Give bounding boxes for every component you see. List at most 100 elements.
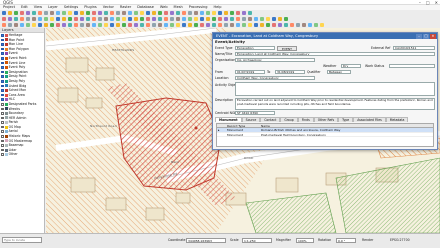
toolbar-tool-icon[interactable]	[86, 23, 90, 27]
toolbar-tool-icon[interactable]	[176, 17, 180, 21]
toolbar-tool-icon[interactable]	[44, 23, 48, 27]
weather-field[interactable]: Dry	[341, 64, 361, 69]
toolbar-tool-icon[interactable]	[266, 17, 270, 21]
toolbar-tool-icon[interactable]	[104, 17, 108, 21]
layer-visibility-checkbox[interactable]	[1, 43, 4, 46]
toolbar-tool-icon[interactable]	[62, 17, 66, 21]
toolbar-tool-icon[interactable]	[272, 23, 276, 27]
toolbar-tool-icon[interactable]	[188, 17, 192, 21]
toolbar-tool-icon[interactable]	[224, 11, 228, 15]
toolbar-tool-icon[interactable]	[50, 23, 54, 27]
toolbar-tool-icon[interactable]	[26, 11, 30, 15]
toolbar-tool-icon[interactable]	[164, 11, 168, 15]
toolbar-tool-icon[interactable]	[134, 23, 138, 27]
toolbar-tool-icon[interactable]	[260, 23, 264, 27]
toolbar-tool-icon[interactable]	[170, 11, 174, 15]
toolbar-tool-icon[interactable]	[164, 23, 168, 27]
toolbar-tool-icon[interactable]	[50, 11, 54, 15]
tab-other-refs[interactable]: Other Refs	[313, 117, 339, 122]
toolbar-tool-icon[interactable]	[248, 23, 252, 27]
toolbar-tool-icon[interactable]	[146, 17, 150, 21]
description-field[interactable]: Excavation carried out on land adjacent …	[235, 98, 435, 110]
toolbar-tool-icon[interactable]	[116, 23, 120, 27]
dialog-maximize-icon[interactable]: □	[423, 33, 429, 39]
toolbar-tool-icon[interactable]	[80, 11, 84, 15]
toolbar-tool-icon[interactable]	[242, 23, 246, 27]
dialog-close-icon[interactable]: ✕	[430, 33, 436, 39]
toolbar-tool-icon[interactable]	[230, 11, 234, 15]
toolbar-tool-icon[interactable]	[302, 23, 306, 27]
toolbar-tool-icon[interactable]	[134, 11, 138, 15]
location-field[interactable]: Coldham Way, Congresbury	[235, 76, 315, 81]
toolbar-tool-icon[interactable]	[92, 23, 96, 27]
layer-visibility-checkbox[interactable]	[1, 121, 4, 124]
toolbar-tool-icon[interactable]	[152, 23, 156, 27]
toolbar-tool-icon[interactable]	[236, 17, 240, 21]
toolbar-tool-icon[interactable]	[170, 23, 174, 27]
layer-visibility-checkbox[interactable]	[1, 38, 4, 42]
event-type-select[interactable]: Excavation	[235, 46, 275, 51]
toolbar-tool-icon[interactable]	[188, 23, 192, 27]
toolbar-tool-icon[interactable]	[230, 17, 234, 21]
layer-visibility-checkbox[interactable]	[1, 130, 4, 134]
toolbar-tool-icon[interactable]	[212, 17, 216, 21]
toolbar-tool-icon[interactable]	[194, 11, 198, 15]
external-ref-field[interactable]: CA/2019/1511	[393, 46, 435, 51]
layer-visibility-checkbox[interactable]	[1, 139, 4, 143]
tab-monument[interactable]: Monument	[215, 117, 242, 122]
layer-visibility-checkbox[interactable]	[1, 34, 4, 37]
toolbar-tool-icon[interactable]	[122, 17, 126, 21]
scale-select[interactable]: 1:1,250	[242, 238, 272, 243]
toolbar-tool-icon[interactable]	[128, 17, 132, 21]
toolbar-tool-icon[interactable]	[104, 23, 108, 27]
toolbar-tool-icon[interactable]	[260, 17, 264, 21]
tab-type[interactable]: Type	[338, 117, 354, 122]
tab-metadata[interactable]: Metadata	[385, 117, 409, 122]
layer-visibility-checkbox[interactable]	[1, 144, 4, 147]
toolbar-tool-icon[interactable]	[140, 17, 144, 21]
table-row[interactable]: Monument Post-medieval field boundary, C…	[217, 133, 433, 138]
toolbar-tool-icon[interactable]	[26, 17, 30, 21]
toolbar-tool-icon[interactable]	[146, 11, 150, 15]
toolbar-tool-icon[interactable]	[284, 17, 288, 21]
toolbar-tool-icon[interactable]	[56, 23, 60, 27]
toolbar-tool-icon[interactable]	[200, 17, 204, 21]
toolbar-tool-icon[interactable]	[254, 23, 258, 27]
row-selector-icon[interactable]: ▸	[217, 128, 227, 132]
toolbar-tool-icon[interactable]	[80, 23, 84, 27]
crs-button[interactable]: EPSG:27700	[390, 238, 410, 243]
toolbar-tool-icon[interactable]	[242, 11, 246, 15]
toolbar-tool-icon[interactable]	[236, 23, 240, 27]
toolbar-tool-icon[interactable]	[98, 17, 102, 21]
toolbar-tool-icon[interactable]	[140, 11, 144, 15]
toolbar-tool-icon[interactable]	[32, 17, 36, 21]
coordinate-field[interactable]: 344058,163963	[186, 238, 226, 243]
toolbar-tool-icon[interactable]	[182, 11, 186, 15]
toolbar-tool-icon[interactable]	[272, 17, 276, 21]
layer-visibility-checkbox[interactable]	[1, 66, 4, 69]
toolbar-tool-icon[interactable]	[56, 11, 60, 15]
toolbar-tool-icon[interactable]	[116, 11, 120, 15]
toolbar-tool-icon[interactable]	[314, 23, 318, 27]
tab-group[interactable]: Group	[280, 117, 298, 122]
toolbar-tool-icon[interactable]	[14, 17, 18, 21]
toolbar-tool-icon[interactable]	[158, 11, 162, 15]
toolbar-tool-icon[interactable]	[38, 11, 42, 15]
toolbar-tool-icon[interactable]	[116, 17, 120, 21]
layer-visibility-checkbox[interactable]	[1, 52, 4, 55]
layer-visibility-checkbox[interactable]	[1, 61, 4, 65]
layer-visibility-checkbox[interactable]	[1, 135, 4, 138]
toolbar-tool-icon[interactable]	[26, 23, 30, 27]
toolbar-tool-icon[interactable]	[158, 23, 162, 27]
grid-ref-field[interactable]: ST 4410 6390	[235, 111, 275, 116]
toolbar-tool-icon[interactable]	[242, 17, 246, 21]
toolbar-tool-icon[interactable]	[68, 23, 72, 27]
toolbar-tool-icon[interactable]	[278, 23, 282, 27]
toolbar-tool-icon[interactable]	[86, 11, 90, 15]
toolbar-tool-icon[interactable]	[74, 17, 78, 21]
toolbar-tool-icon[interactable]	[152, 11, 156, 15]
toolbar-tool-icon[interactable]	[44, 11, 48, 15]
toolbar-tool-icon[interactable]	[164, 17, 168, 21]
toolbar-tool-icon[interactable]	[68, 11, 72, 15]
layer-visibility-checkbox[interactable]	[1, 98, 4, 101]
